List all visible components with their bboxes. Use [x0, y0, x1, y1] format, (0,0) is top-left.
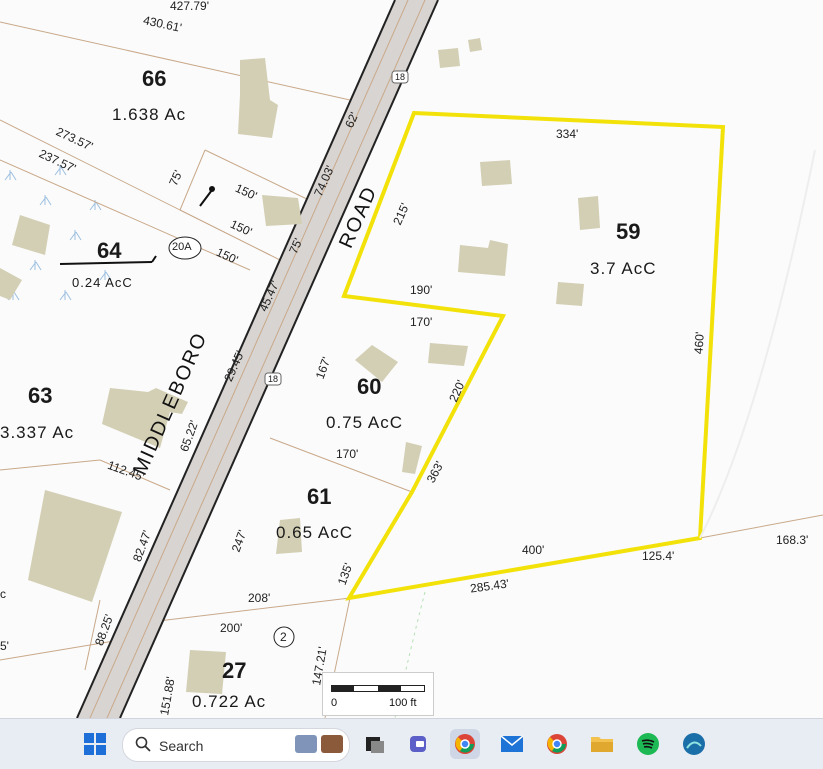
file-explorer-icon[interactable]: [587, 729, 617, 759]
circle-label-2: 2: [280, 630, 287, 644]
subject-parcel-boundary: [341, 110, 726, 601]
dimension-label: c: [0, 587, 6, 601]
search-label: Search: [159, 738, 204, 754]
dimension-label: 200': [220, 621, 243, 635]
dimension-label: 334': [556, 127, 579, 141]
dimension-label: 170': [410, 315, 433, 329]
spotify-icon[interactable]: [633, 729, 663, 759]
route-badge-label: 18: [395, 72, 406, 82]
parcel-area: 3.337 Ac: [0, 423, 75, 442]
parcel-area: 0.24 AcC: [72, 275, 133, 290]
parcel-area: 1.638 Ac: [112, 105, 187, 124]
buildings: [0, 38, 600, 694]
dimension-label: 208': [248, 591, 271, 605]
circle-label-20a: 20A: [172, 241, 192, 253]
mail-icon[interactable]: [497, 729, 527, 759]
route-badge-label: 18: [268, 374, 279, 384]
search-highlight-laptop-icon: [295, 735, 317, 753]
windows-start-icon[interactable]: [80, 729, 110, 759]
parcel-area: 0.722 Ac: [192, 692, 267, 711]
parcel-number: 66: [142, 66, 167, 91]
dimension-label: 5': [0, 639, 9, 653]
dimension-label: 125.4': [642, 549, 675, 563]
taskbar-search-box[interactable]: Search: [122, 728, 350, 762]
task-view-icon[interactable]: [360, 729, 390, 759]
scale-bar-graphic: [331, 685, 425, 692]
dimension-label: 190': [410, 283, 433, 297]
parcel-map[interactable]: 18 18 20A 2 MIDDLEBORO ROAD 66 1.638 Ac …: [0, 0, 823, 718]
taskbar: Search: [0, 718, 823, 769]
parcel-area: 3.7 AcC: [590, 259, 657, 278]
dimension-label: 460': [691, 331, 707, 355]
scale-end-label: 100 ft: [389, 697, 417, 709]
parcel-number: 27: [222, 658, 247, 683]
scale-start-label: 0: [331, 697, 338, 709]
dimension-label: 168.3': [776, 533, 809, 547]
dimension-label: 170': [336, 447, 359, 461]
parcel-number: 59: [616, 219, 641, 244]
scale-bar: 0 100 ft: [322, 672, 434, 716]
chrome-icon[interactable]: [542, 729, 572, 759]
dimension-label: 427.79': [170, 0, 209, 13]
search-icon: [135, 736, 151, 757]
parcel-number: 60: [357, 374, 382, 399]
parcel-number: 61: [307, 484, 332, 509]
search-highlight-briefcase-icon: [321, 735, 343, 753]
parcel-number: 64: [97, 238, 122, 263]
parcel-area: 0.75 AcC: [326, 413, 403, 432]
maps-app-icon[interactable]: [679, 729, 709, 759]
teams-icon[interactable]: [405, 729, 435, 759]
parcel-number: 63: [28, 383, 53, 408]
chrome-profile-icon[interactable]: [450, 729, 480, 759]
dimension-label: 400': [522, 543, 545, 557]
parcel-area: 0.65 AcC: [276, 523, 353, 542]
